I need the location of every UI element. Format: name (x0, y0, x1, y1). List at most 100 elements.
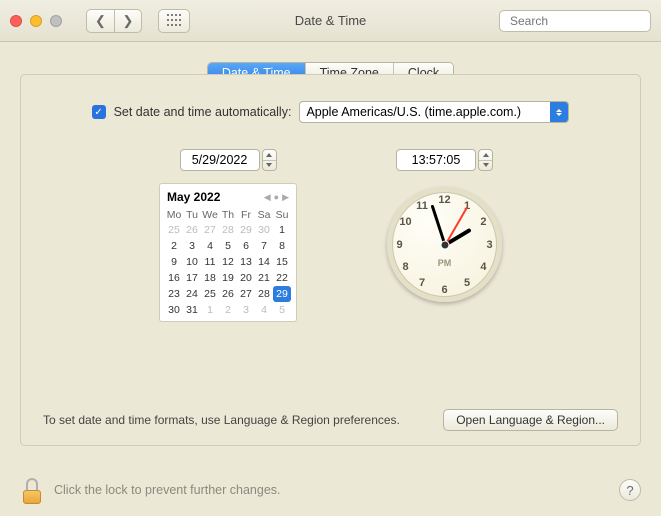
close-window-button[interactable] (10, 15, 22, 27)
calendar-day[interactable]: 23 (165, 286, 183, 302)
clock-number: 11 (416, 200, 428, 212)
time-column: 121234567891011 PM (387, 149, 502, 322)
calendar-next-icon[interactable]: ▶ (282, 192, 289, 203)
clock-ampm-label: PM (438, 258, 452, 268)
calendar-day[interactable]: 5 (273, 302, 291, 318)
calendar-day[interactable]: 27 (201, 222, 219, 238)
calendar-day[interactable]: 17 (183, 270, 201, 286)
calendar-day[interactable]: 10 (183, 254, 201, 270)
time-stepper-up[interactable] (479, 150, 492, 161)
calendar-day[interactable]: 19 (219, 270, 237, 286)
date-stepper-up[interactable] (263, 150, 276, 161)
auto-time-row: ✓ Set date and time automatically: Apple… (49, 101, 612, 123)
show-all-button[interactable] (158, 9, 190, 33)
clock-number: 5 (464, 277, 470, 289)
calendar-day[interactable]: 27 (237, 286, 255, 302)
calendar-day[interactable]: 6 (237, 238, 255, 254)
calendar-day[interactable]: 31 (183, 302, 201, 318)
calendar-day[interactable]: 16 (165, 270, 183, 286)
calendar-day[interactable]: 22 (273, 270, 291, 286)
calendar-day[interactable]: 8 (273, 238, 291, 254)
auto-time-checkbox[interactable]: ✓ (92, 105, 106, 119)
calendar-day[interactable]: 2 (165, 238, 183, 254)
calendar-day[interactable]: 1 (273, 222, 291, 238)
calendar-day[interactable]: 5 (219, 238, 237, 254)
calendar-day[interactable]: 21 (255, 270, 273, 286)
calendar-today-icon[interactable]: ● (274, 192, 279, 202)
nav-buttons: ❮ ❯ (86, 9, 142, 33)
calendar-day[interactable]: 3 (183, 238, 201, 254)
clock-number: 7 (419, 277, 425, 289)
calendar-dow: We (201, 208, 219, 222)
open-language-region-button[interactable]: Open Language & Region... (443, 409, 618, 431)
grid-icon (167, 14, 181, 28)
calendar-day[interactable]: 11 (201, 254, 219, 270)
bottom-bar: Click the lock to prevent further change… (20, 476, 641, 504)
calendar-dow: Su (273, 208, 291, 222)
date-stepper[interactable] (262, 149, 277, 171)
calendar-day[interactable]: 3 (237, 302, 255, 318)
calendar-day[interactable]: 26 (219, 286, 237, 302)
calendar-day[interactable]: 4 (201, 238, 219, 254)
calendar-month-label: May 2022 (167, 190, 220, 204)
window-controls (10, 15, 62, 27)
calendar[interactable]: May 2022 ◀ ● ▶ MoTuWeThFrSaSu25262728293… (159, 183, 297, 322)
clock-center (441, 241, 448, 248)
zoom-window-button[interactable] (50, 15, 62, 27)
auto-time-label: Set date and time automatically: (114, 105, 292, 119)
calendar-day[interactable]: 12 (219, 254, 237, 270)
calendar-day[interactable]: 28 (255, 286, 273, 302)
minimize-window-button[interactable] (30, 15, 42, 27)
ntp-server-value: Apple Americas/U.S. (time.apple.com.) (306, 105, 521, 119)
date-stepper-down[interactable] (263, 161, 276, 171)
calendar-day[interactable]: 2 (219, 302, 237, 318)
calendar-day[interactable]: 28 (219, 222, 237, 238)
time-stepper-down[interactable] (479, 161, 492, 171)
calendar-day[interactable]: 15 (273, 254, 291, 270)
search-input[interactable] (510, 14, 661, 28)
calendar-day[interactable]: 30 (255, 222, 273, 238)
clock-number: 9 (396, 239, 402, 251)
calendar-day[interactable]: 7 (255, 238, 273, 254)
forward-button[interactable]: ❯ (114, 9, 142, 33)
calendar-day[interactable]: 14 (255, 254, 273, 270)
calendar-day[interactable]: 18 (201, 270, 219, 286)
calendar-day[interactable]: 4 (255, 302, 273, 318)
calendar-day[interactable]: 25 (165, 222, 183, 238)
calendar-day[interactable]: 30 (165, 302, 183, 318)
calendar-day[interactable]: 24 (183, 286, 201, 302)
time-field (396, 149, 493, 171)
clock-number: 6 (441, 284, 447, 296)
clock-number: 2 (480, 216, 486, 228)
calendar-dow: Sa (255, 208, 273, 222)
ntp-server-select[interactable]: Apple Americas/U.S. (time.apple.com.) (299, 101, 569, 123)
calendar-day[interactable]: 29 (273, 286, 291, 302)
calendar-prev-icon[interactable]: ◀ (264, 192, 271, 203)
date-column: May 2022 ◀ ● ▶ MoTuWeThFrSaSu25262728293… (159, 149, 297, 322)
lock-icon[interactable] (20, 476, 44, 504)
help-button[interactable]: ? (619, 479, 641, 501)
calendar-day[interactable]: 20 (237, 270, 255, 286)
analog-clock[interactable]: 121234567891011 PM (387, 187, 502, 302)
time-stepper[interactable] (478, 149, 493, 171)
content-panel: ✓ Set date and time automatically: Apple… (20, 74, 641, 446)
time-input[interactable] (396, 149, 476, 171)
clock-number: 12 (438, 194, 450, 206)
calendar-day[interactable]: 1 (201, 302, 219, 318)
search-field[interactable] (499, 10, 651, 32)
calendar-day[interactable]: 29 (237, 222, 255, 238)
calendar-day[interactable]: 25 (201, 286, 219, 302)
calendar-grid: MoTuWeThFrSaSu25262728293012345678910111… (165, 208, 291, 318)
calendar-nav: ◀ ● ▶ (264, 192, 289, 203)
back-button[interactable]: ❮ (86, 9, 114, 33)
calendar-day[interactable]: 13 (237, 254, 255, 270)
toolbar: ❮ ❯ Date & Time (0, 0, 661, 42)
footer-text: To set date and time formats, use Langua… (43, 413, 400, 427)
calendar-day[interactable]: 26 (183, 222, 201, 238)
date-input[interactable] (180, 149, 260, 171)
clock-face: 121234567891011 PM (387, 187, 502, 302)
clock-number: 3 (486, 239, 492, 251)
date-field (180, 149, 277, 171)
calendar-day[interactable]: 9 (165, 254, 183, 270)
calendar-dow: Fr (237, 208, 255, 222)
